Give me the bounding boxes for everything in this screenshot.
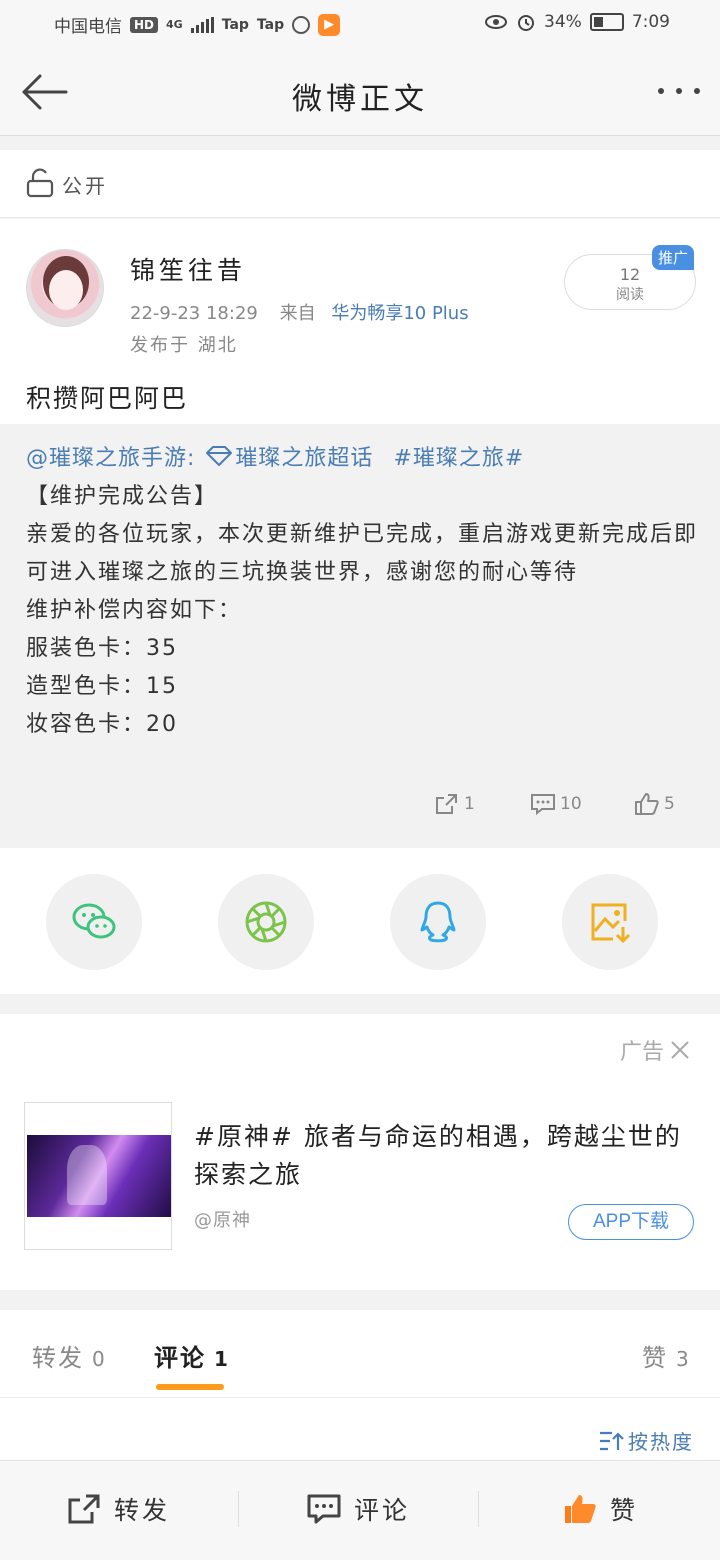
thumbs-up-icon [635, 793, 659, 815]
clock: 7:09 [631, 12, 670, 32]
like-count: 5 [664, 794, 675, 814]
sync-icon [292, 15, 311, 34]
reposted-content[interactable]: @璀璨之旅手游: 璀璨之旅超话 #璀璨之旅# 【维护完成公告】 亲爱的各位玩家，… [0, 424, 720, 848]
thumbs-up-icon [565, 1495, 596, 1523]
post-card: 锦笙往昔 22-9-23 18:29 来自 华为畅享10 Plus 发布于 湖北… [0, 219, 720, 424]
hd-badge: HD [130, 16, 159, 33]
tap-app-label: Tap [221, 16, 249, 33]
close-icon[interactable] [668, 1038, 692, 1062]
like-button[interactable]: 赞 [562, 1491, 638, 1527]
nav-bar: 微博正文 [0, 52, 720, 136]
app-download-button[interactable]: APP下载 [568, 1204, 694, 1240]
tap-app-label-2: Tap [256, 16, 285, 33]
repost-line: 亲爱的各位玩家，本次更新维护已完成，重启游戏更新完成后即可进入璀璨之旅的三坑换装… [26, 522, 699, 585]
sort-label: 按热度 [628, 1430, 694, 1454]
repost-line: 【维护完成公告】 [26, 484, 219, 509]
tab-comments[interactable]: 评论 1 [154, 1338, 230, 1373]
read-label: 阅读 [616, 287, 644, 303]
visibility-row: 公开 [0, 150, 720, 218]
post-date: 22-9-23 18:29 [130, 303, 258, 324]
comment-label: 评论 [354, 1496, 411, 1525]
sort-row: 按热度 [0, 1398, 720, 1460]
visibility-label: 公开 [62, 174, 108, 198]
repost-icon [68, 1494, 100, 1524]
tab-count: 1 [214, 1347, 230, 1371]
tab-label: 赞 [642, 1344, 668, 1372]
comment-icon [531, 794, 555, 816]
tab-likes[interactable]: 赞3 [642, 1338, 691, 1373]
repost-source-line: @璀璨之旅手游: 璀璨之旅超话 #璀璨之旅# [26, 440, 524, 472]
repost-stat[interactable]: 1 [434, 792, 475, 816]
repost-label: 转发 [114, 1496, 171, 1525]
like-stat[interactable]: 5 [634, 792, 675, 816]
page-title: 微博正文 [292, 82, 428, 117]
sort-by-hot-button[interactable]: 按热度 [598, 1426, 694, 1455]
post-meta: 22-9-23 18:29 来自 华为畅享10 Plus [130, 299, 469, 325]
mention-link[interactable]: @璀璨之旅手游: [26, 440, 195, 472]
author-name[interactable]: 锦笙往昔 [130, 251, 246, 287]
unlock-icon [26, 168, 54, 198]
supertopic-link[interactable]: 璀璨之旅超话 [235, 440, 373, 472]
diamond-icon [206, 446, 233, 466]
share-qq-button[interactable] [390, 874, 486, 970]
share-wechat-button[interactable] [46, 874, 142, 970]
ad-card[interactable]: 广告 #原神# 旅者与命运的相遇，跨越尘世的探索之旅 @原神 APP下载 [0, 1014, 720, 1290]
repost-body: 【维护完成公告】 亲爱的各位玩家，本次更新维护已完成，重启游戏更新完成后即可进入… [26, 478, 698, 744]
wechat-icon [72, 903, 116, 939]
share-icon [436, 794, 457, 814]
repost-line: 服装色卡：35 [26, 636, 178, 661]
eye-icon [485, 15, 508, 29]
comment-icon [307, 1494, 341, 1524]
moments-icon [245, 901, 287, 943]
battery-icon [589, 13, 624, 31]
from-label: 来自 [279, 303, 316, 324]
repost-button[interactable]: 转发 [66, 1491, 170, 1527]
network-type: 4G [166, 18, 183, 31]
tab-label: 评论 [154, 1344, 206, 1372]
save-image-button[interactable] [562, 874, 658, 970]
repost-line: 妆容色卡：20 [26, 712, 178, 737]
share-row [0, 848, 720, 994]
save-image-icon [591, 903, 631, 944]
ad-label: 广告 [619, 1040, 664, 1065]
interaction-tabs: 转发 0 评论 1 赞3 [0, 1310, 720, 1398]
tab-count: 0 [92, 1347, 107, 1371]
alarm-icon [518, 15, 535, 31]
repost-line: 造型色卡：15 [26, 674, 178, 699]
ad-title[interactable]: #原神# 旅者与命运的相遇，跨越尘世的探索之旅 [194, 1118, 684, 1194]
bottom-action-bar: 转发 评论 赞 [0, 1460, 720, 1560]
battery-percent: 34% [544, 12, 582, 32]
more-options-icon[interactable] [658, 88, 700, 94]
repost-line: 维护补偿内容如下： [26, 598, 243, 623]
signal-icon [190, 16, 214, 33]
sort-icon [600, 1431, 624, 1450]
video-app-icon: ▶ [318, 13, 341, 36]
avatar[interactable] [26, 249, 104, 327]
active-tab-indicator [156, 1384, 224, 1390]
hashtag-link[interactable]: #璀璨之旅# [393, 440, 524, 472]
status-bar: 中国电信 HD 4G Tap Tap ▶ 34% 7:09 [0, 0, 720, 52]
repost-count: 1 [464, 794, 475, 814]
comment-button[interactable]: 评论 [306, 1491, 410, 1527]
qq-icon [420, 901, 456, 943]
ad-label-row: 广告 [620, 1034, 692, 1066]
status-right: 34% 7:09 [484, 12, 670, 32]
ad-thumbnail[interactable] [24, 1102, 172, 1250]
ad-source: @原神 [194, 1210, 251, 1231]
comment-stat[interactable]: 10 [530, 792, 582, 816]
status-left: 中国电信 HD 4G Tap Tap ▶ [54, 12, 341, 37]
like-label: 赞 [610, 1496, 639, 1525]
tab-reposts[interactable]: 转发 0 [32, 1338, 107, 1373]
tab-count: 3 [676, 1347, 691, 1371]
device-link[interactable]: 华为畅享10 Plus [331, 303, 468, 324]
tab-label: 转发 [32, 1344, 84, 1372]
repost-stats: 1 10 5 [0, 792, 720, 828]
post-location: 发布于 湖北 [130, 335, 238, 356]
post-text: 积攒阿巴阿巴 [26, 384, 189, 413]
promote-badge[interactable]: 推广 [652, 245, 695, 270]
carrier-name: 中国电信 [54, 17, 122, 37]
share-moments-button[interactable] [218, 874, 314, 970]
comment-count: 10 [560, 794, 582, 814]
